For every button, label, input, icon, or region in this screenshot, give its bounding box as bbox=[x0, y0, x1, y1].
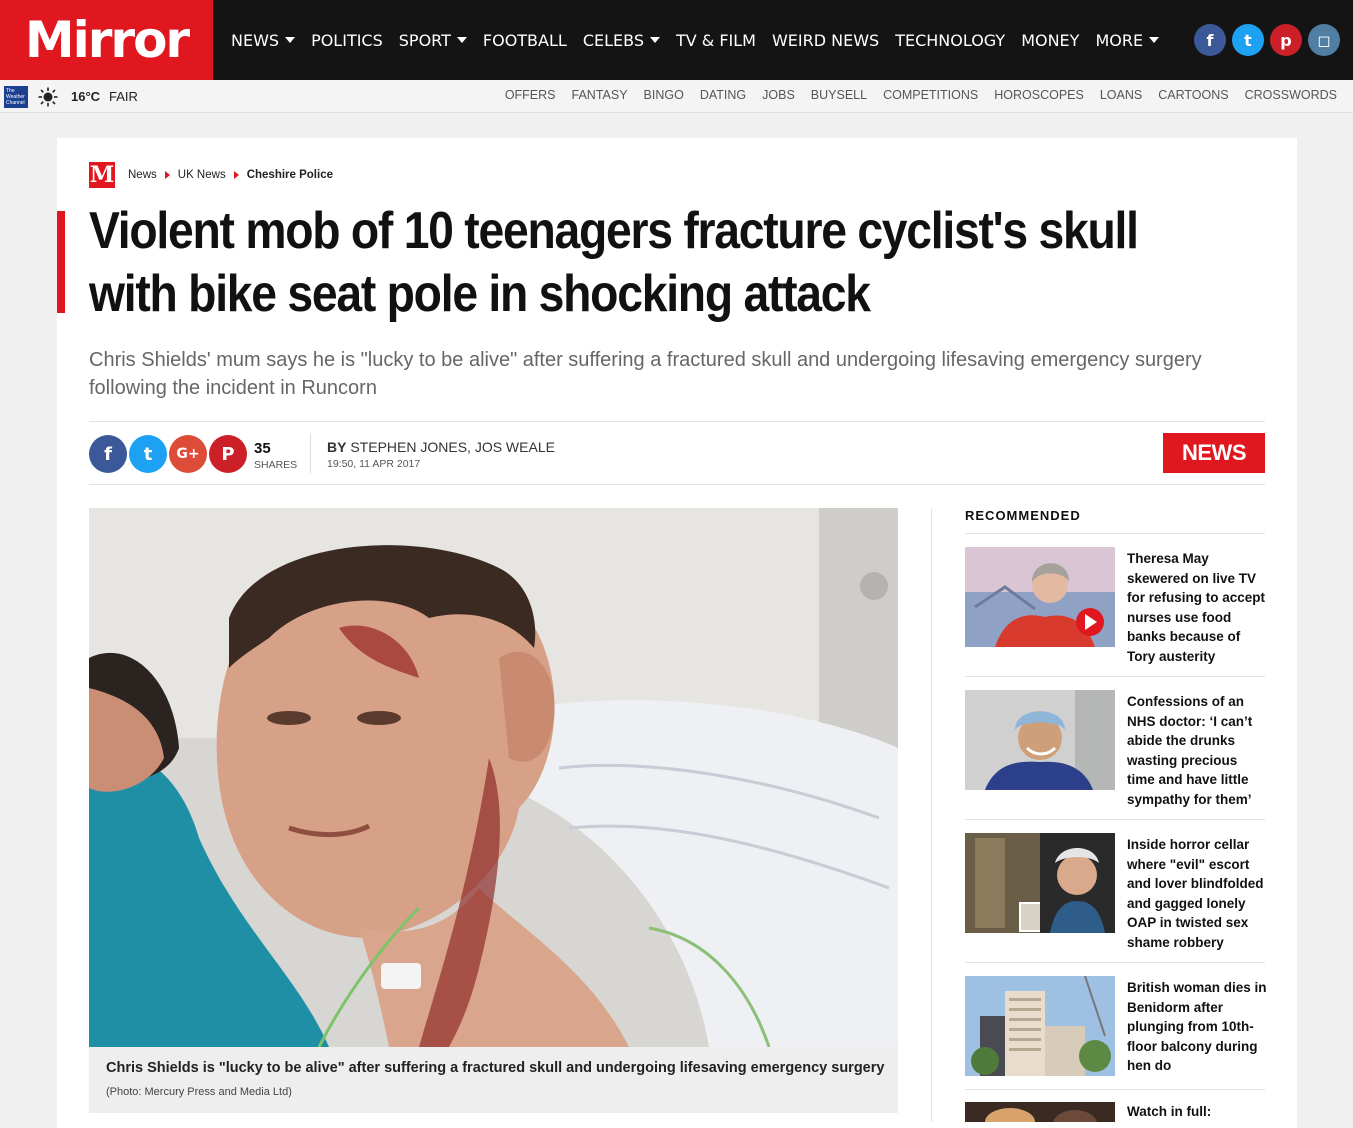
weather-temperature: 16°C bbox=[71, 89, 101, 104]
secondary-nav: OFFERS FANTASY BINGO DATING JOBS BUYSELL… bbox=[505, 88, 1337, 102]
nav-item-technology[interactable]: TECHNOLOGY bbox=[895, 31, 1005, 50]
nhs-doctor-thumbnail bbox=[965, 690, 1115, 790]
mirror-logo[interactable]: Mirror bbox=[0, 0, 213, 80]
nav-item-sport[interactable]: SPORT bbox=[399, 31, 467, 50]
subnav-offers[interactable]: OFFERS bbox=[505, 88, 556, 102]
chevron-down-icon bbox=[1149, 37, 1160, 43]
divider bbox=[89, 484, 1265, 485]
share-count-label: SHARES bbox=[254, 459, 298, 471]
subnav-competitions[interactable]: COMPETITIONS bbox=[883, 88, 978, 102]
nav-item-politics[interactable]: POLITICS bbox=[311, 31, 383, 50]
chevron-right-icon bbox=[233, 171, 239, 179]
section-badge[interactable]: NEWS bbox=[1163, 433, 1265, 473]
recommended-item[interactable]: British woman dies in Benidorm after plu… bbox=[965, 976, 1267, 1076]
injured-man-photo bbox=[89, 508, 898, 1047]
byline: BY STEPHEN JONES, JOS WEALE bbox=[327, 439, 555, 455]
divider bbox=[965, 962, 1265, 963]
nav-item-money[interactable]: MONEY bbox=[1021, 31, 1079, 50]
share-facebook-icon[interactable]: f bbox=[89, 435, 127, 473]
subnav-cartoons[interactable]: CARTOONS bbox=[1158, 88, 1228, 102]
image-caption-box bbox=[89, 1047, 898, 1113]
mirror-m-icon[interactable]: M bbox=[89, 162, 115, 188]
share-pinterest-icon[interactable]: P bbox=[209, 435, 247, 473]
recommended-item[interactable]: Confessions of an NHS doctor: ‘I can’t a… bbox=[965, 690, 1265, 807]
recommended-headline[interactable]: Watch in full: bbox=[1127, 1102, 1267, 1122]
social-links: f t p ◻ bbox=[1194, 24, 1340, 56]
recommended-thumbnail[interactable] bbox=[965, 547, 1115, 647]
weather-sun-icon bbox=[38, 87, 58, 107]
watch-in-full-thumbnail bbox=[965, 1102, 1115, 1122]
article-standfirst: Chris Shields' mum says he is "lucky to … bbox=[89, 349, 1202, 399]
recommended-item[interactable]: Theresa May skewered on live TV for refu… bbox=[965, 547, 1265, 664]
share-count: 35 bbox=[254, 440, 271, 457]
instagram-icon[interactable]: ◻ bbox=[1308, 24, 1340, 56]
divider bbox=[965, 676, 1265, 677]
subnav-horoscopes[interactable]: HOROSCOPES bbox=[994, 88, 1084, 102]
recommended-headline[interactable]: Theresa May skewered on live TV for refu… bbox=[1127, 549, 1267, 666]
nav-item-celebs[interactable]: CELEBS bbox=[583, 31, 660, 50]
chevron-down-icon bbox=[456, 37, 467, 43]
divider bbox=[89, 421, 1265, 422]
subnav-dating[interactable]: DATING bbox=[700, 88, 746, 102]
recommended-headline[interactable]: British woman dies in Benidorm after plu… bbox=[1127, 978, 1267, 1076]
pinterest-icon[interactable]: p bbox=[1270, 24, 1302, 56]
horror-cellar-thumbnail bbox=[965, 833, 1115, 933]
weather-condition: FAIR bbox=[109, 89, 138, 104]
recommended-thumbnail[interactable] bbox=[965, 833, 1115, 933]
divider bbox=[965, 1089, 1265, 1090]
breadcrumb-cheshire-police[interactable]: Cheshire Police bbox=[247, 169, 333, 181]
divider bbox=[965, 819, 1265, 820]
image-caption: Chris Shields is "lucky to be alive" aft… bbox=[106, 1060, 885, 1076]
subnav-buysell[interactable]: BUYSELL bbox=[811, 88, 867, 102]
divider bbox=[310, 433, 311, 473]
share-twitter-icon[interactable]: t bbox=[129, 435, 167, 473]
article-main-image[interactable] bbox=[89, 508, 898, 1047]
share-google-plus-icon[interactable]: G+ bbox=[169, 435, 207, 473]
breadcrumb-news[interactable]: News bbox=[128, 169, 157, 181]
main-nav: NEWS POLITICS SPORT FOOTBALL CELEBS TV &… bbox=[231, 0, 1175, 80]
column-divider bbox=[931, 508, 932, 1122]
nav-item-more[interactable]: MORE bbox=[1095, 31, 1160, 50]
theresa-may-thumbnail bbox=[965, 547, 1115, 647]
recommended-headline[interactable]: Inside horror cellar where "evil" escort… bbox=[1127, 835, 1267, 952]
nav-item-football[interactable]: FOOTBALL bbox=[483, 31, 567, 50]
byline-prefix: BY bbox=[327, 439, 347, 455]
recommended-heading: RECOMMENDED bbox=[965, 508, 1081, 523]
recommended-thumbnail[interactable] bbox=[965, 690, 1115, 790]
chevron-down-icon bbox=[649, 37, 660, 43]
share-buttons: f t G+ P bbox=[89, 435, 247, 473]
twitter-icon[interactable]: t bbox=[1232, 24, 1264, 56]
nav-item-news[interactable]: NEWS bbox=[231, 31, 296, 50]
breadcrumb: News UK News Cheshire Police bbox=[128, 169, 333, 181]
subnav-crosswords[interactable]: CROSSWORDS bbox=[1245, 88, 1337, 102]
breadcrumb-uk-news[interactable]: UK News bbox=[178, 169, 226, 181]
recommended-item[interactable]: Watch in full: bbox=[965, 1102, 1265, 1122]
nav-item-weird-news[interactable]: WEIRD NEWS bbox=[772, 31, 879, 50]
recommended-headline[interactable]: Confessions of an NHS doctor: ‘I can’t a… bbox=[1127, 692, 1267, 809]
top-navigation-bar: Mirror NEWS POLITICS SPORT FOOTBALL CELE… bbox=[0, 0, 1353, 80]
chevron-down-icon bbox=[285, 37, 296, 43]
subnav-fantasy[interactable]: FANTASY bbox=[572, 88, 628, 102]
facebook-icon[interactable]: f bbox=[1194, 24, 1226, 56]
article-headline: Violent mob of 10 teenagers fracture cyc… bbox=[89, 202, 1139, 323]
chevron-right-icon bbox=[164, 171, 170, 179]
subnav-bingo[interactable]: BINGO bbox=[644, 88, 684, 102]
divider bbox=[965, 533, 1265, 534]
recommended-thumbnail[interactable] bbox=[965, 976, 1115, 1076]
byline-authors[interactable]: STEPHEN JONES, JOS WEALE bbox=[350, 439, 555, 455]
publish-date: 19:50, 11 APR 2017 bbox=[327, 458, 421, 470]
image-credit: (Photo: Mercury Press and Media Ltd) bbox=[106, 1086, 292, 1098]
headline-accent-bar bbox=[57, 211, 65, 313]
subnav-loans[interactable]: LOANS bbox=[1100, 88, 1142, 102]
recommended-thumbnail[interactable] bbox=[965, 1102, 1115, 1122]
nav-item-tv-film[interactable]: TV & FILM bbox=[676, 31, 756, 50]
recommended-item[interactable]: Inside horror cellar where "evil" escort… bbox=[965, 833, 1265, 950]
benidorm-building-thumbnail bbox=[965, 976, 1115, 1076]
subnav-jobs[interactable]: JOBS bbox=[762, 88, 795, 102]
weather-channel-logo[interactable]: The Weather Channel bbox=[4, 86, 28, 108]
